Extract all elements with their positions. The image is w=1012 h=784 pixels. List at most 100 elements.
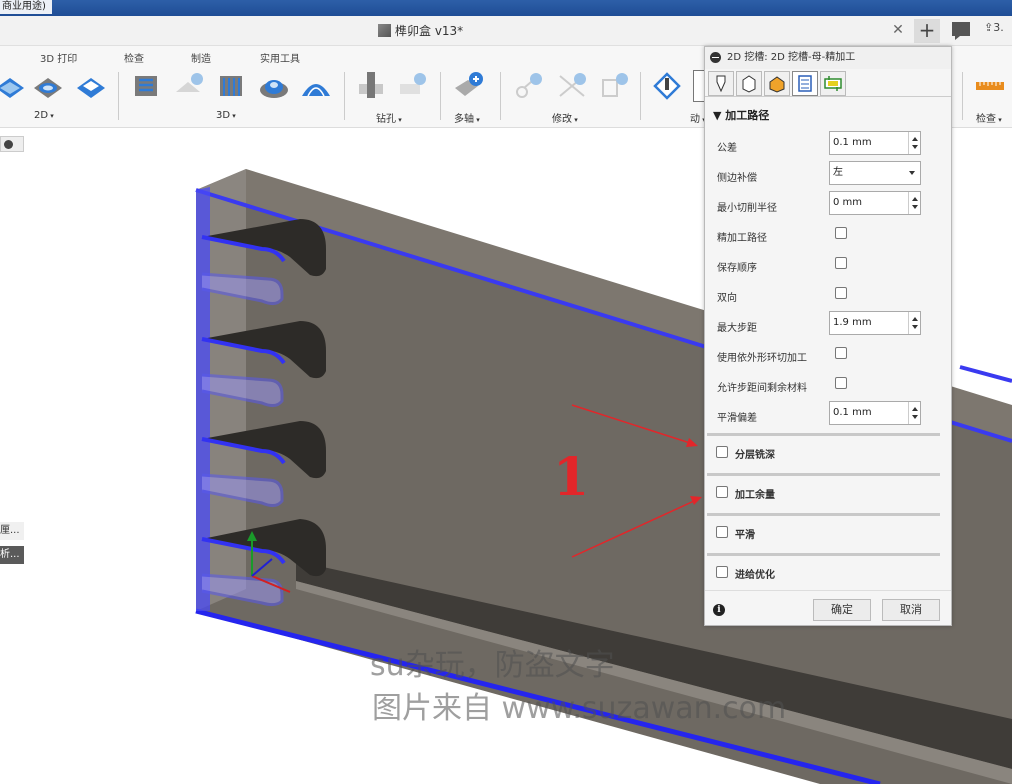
max-stepover-input[interactable]: 1.9 mm xyxy=(829,311,921,335)
smooth-offset-input[interactable]: 0.1 mm xyxy=(829,401,921,425)
allow-stock-checkbox[interactable] xyxy=(835,377,847,389)
group-modify[interactable]: 修改 xyxy=(552,110,578,125)
3d-parallel-icon[interactable] xyxy=(215,70,247,102)
tab-inspect[interactable]: 检查 xyxy=(124,50,144,65)
toolbar-divider xyxy=(500,72,501,120)
both-ways-checkbox[interactable] xyxy=(835,287,847,299)
tab-3d-print[interactable]: 3D 打印 xyxy=(40,50,77,65)
document-title: 榫卯盒 v13* xyxy=(395,24,464,38)
group-3d[interactable]: 3D xyxy=(216,110,236,121)
spinner-icon[interactable] xyxy=(908,312,920,334)
label-tolerance: 公差 xyxy=(717,143,737,154)
drill-icon[interactable] xyxy=(355,70,387,102)
feed-optimization-checkbox[interactable] xyxy=(716,566,728,578)
side-menu-item[interactable]: 析... xyxy=(0,546,24,564)
watermark-text: 图片来自 www.suzawan.com xyxy=(372,691,787,726)
watermark-text: su杂玩，防盗文字 xyxy=(370,648,615,683)
tab-manufacture[interactable]: 制造 xyxy=(191,50,211,65)
label-allow-stock: 允许步距间剩余材料 xyxy=(717,383,807,394)
label-keep-order: 保存顺序 xyxy=(717,263,757,274)
window-title: 商业用途) xyxy=(0,0,52,14)
group-multi-axis[interactable]: 多轴 xyxy=(454,110,480,125)
stock-to-leave-checkbox[interactable] xyxy=(716,486,728,498)
comments-icon[interactable] xyxy=(952,22,970,40)
section-divider xyxy=(707,513,940,516)
tab-passes[interactable] xyxy=(792,71,818,96)
multiple-depths-checkbox[interactable] xyxy=(716,446,728,458)
job-status-button[interactable]: ⇪3. xyxy=(984,21,1004,34)
spinner-icon[interactable] xyxy=(908,192,920,214)
thread-disabled-icon xyxy=(400,73,426,94)
close-tab-button[interactable]: ✕ xyxy=(890,22,906,38)
group-drilling[interactable]: 钻孔 xyxy=(376,110,402,125)
chevron-down-icon xyxy=(909,171,915,175)
outer-loop-checkbox[interactable] xyxy=(835,347,847,359)
compensation-select[interactable]: 左 xyxy=(829,161,921,185)
annotation-number: 1 xyxy=(553,447,590,508)
section-divider xyxy=(707,553,940,556)
label-both-ways: 双向 xyxy=(717,293,737,304)
tab-tool[interactable] xyxy=(708,71,734,96)
tab-linking[interactable] xyxy=(820,71,846,96)
ok-button[interactable]: 确定 xyxy=(813,599,871,621)
toolbar-divider xyxy=(640,72,641,120)
keep-order-checkbox[interactable] xyxy=(835,257,847,269)
label-smooth-offset: 平滑偏差 xyxy=(717,413,757,424)
multi-axis-icon[interactable] xyxy=(452,70,484,102)
passes-icon xyxy=(798,75,812,92)
browser-toggle[interactable] xyxy=(0,136,24,152)
2d-pocket-icon[interactable] xyxy=(32,70,64,102)
cancel-button[interactable]: 取消 xyxy=(882,599,940,621)
linking-icon xyxy=(824,76,842,91)
dialog-header[interactable]: 2D 挖槽: 2D 挖槽-母-精加工 xyxy=(705,47,951,69)
3d-pocket-disabled-icon xyxy=(176,73,203,92)
section-divider xyxy=(707,473,940,476)
collapse-icon[interactable] xyxy=(710,52,721,63)
cut-disabled-icon xyxy=(516,73,542,98)
label-min-radius: 最小切削半径 xyxy=(717,203,777,214)
spinner-icon[interactable] xyxy=(908,132,920,154)
component-icon xyxy=(378,24,391,37)
measure-icon[interactable] xyxy=(974,70,1006,102)
spinner-icon[interactable] xyxy=(908,402,920,424)
group-inspect[interactable]: 检查 xyxy=(976,110,1002,125)
info-icon[interactable]: i xyxy=(713,604,725,616)
tool-icon xyxy=(716,75,726,93)
tab-geometry[interactable] xyxy=(736,71,762,96)
dialog-tabs xyxy=(705,69,951,97)
tab-heights[interactable] xyxy=(764,71,790,96)
label-max-stepover: 最大步距 xyxy=(717,323,757,334)
min-radius-input[interactable]: 0 mm xyxy=(829,191,921,215)
document-tab[interactable]: 榫卯盒 v13* xyxy=(378,22,463,39)
group-2d[interactable]: 2D xyxy=(34,110,54,121)
3d-adaptive-icon[interactable] xyxy=(130,70,162,102)
document-tabbar: 榫卯盒 v13* ✕ + ⇪3. xyxy=(0,16,1012,46)
smoothing-checkbox[interactable] xyxy=(716,526,728,538)
feed-optimization-label: 进给优化 xyxy=(735,570,775,581)
3d-scallop-icon[interactable] xyxy=(300,70,332,102)
simulate-icon[interactable] xyxy=(651,70,683,102)
label-outer-loop: 使用依外形环切加工 xyxy=(717,353,807,364)
label-finish-path: 精加工路径 xyxy=(717,233,767,244)
finish-path-checkbox[interactable] xyxy=(835,227,847,239)
2d-contour-icon[interactable] xyxy=(0,70,26,102)
toolbar-divider xyxy=(344,72,345,120)
copy-disabled-icon xyxy=(602,73,628,97)
stock-to-leave-label: 加工余量 xyxy=(735,490,775,501)
operation-dialog: 2D 挖槽: 2D 挖槽-母-精加工 ▼ 加工路径 公差 0.1 mm 侧边补偿… xyxy=(704,46,952,626)
collapse-icon xyxy=(4,140,13,149)
2d-face-icon[interactable] xyxy=(75,70,107,102)
toolbar-divider xyxy=(440,72,441,120)
dialog-footer: i 确定 取消 xyxy=(705,590,951,626)
side-menu-item[interactable]: 厘... xyxy=(0,522,24,540)
heights-icon xyxy=(769,76,785,93)
3d-radial-icon[interactable] xyxy=(258,70,290,102)
multiple-depths-label: 分层铣深 xyxy=(735,450,775,461)
tab-utilities[interactable]: 实用工具 xyxy=(260,50,300,65)
selected-edge xyxy=(959,365,1012,383)
selected-face-strip xyxy=(196,187,210,611)
tolerance-input[interactable]: 0.1 mm xyxy=(829,131,921,155)
section-divider xyxy=(707,433,940,436)
section-passes-header[interactable]: ▼ 加工路径 xyxy=(713,107,769,123)
new-tab-button[interactable]: + xyxy=(914,19,940,43)
